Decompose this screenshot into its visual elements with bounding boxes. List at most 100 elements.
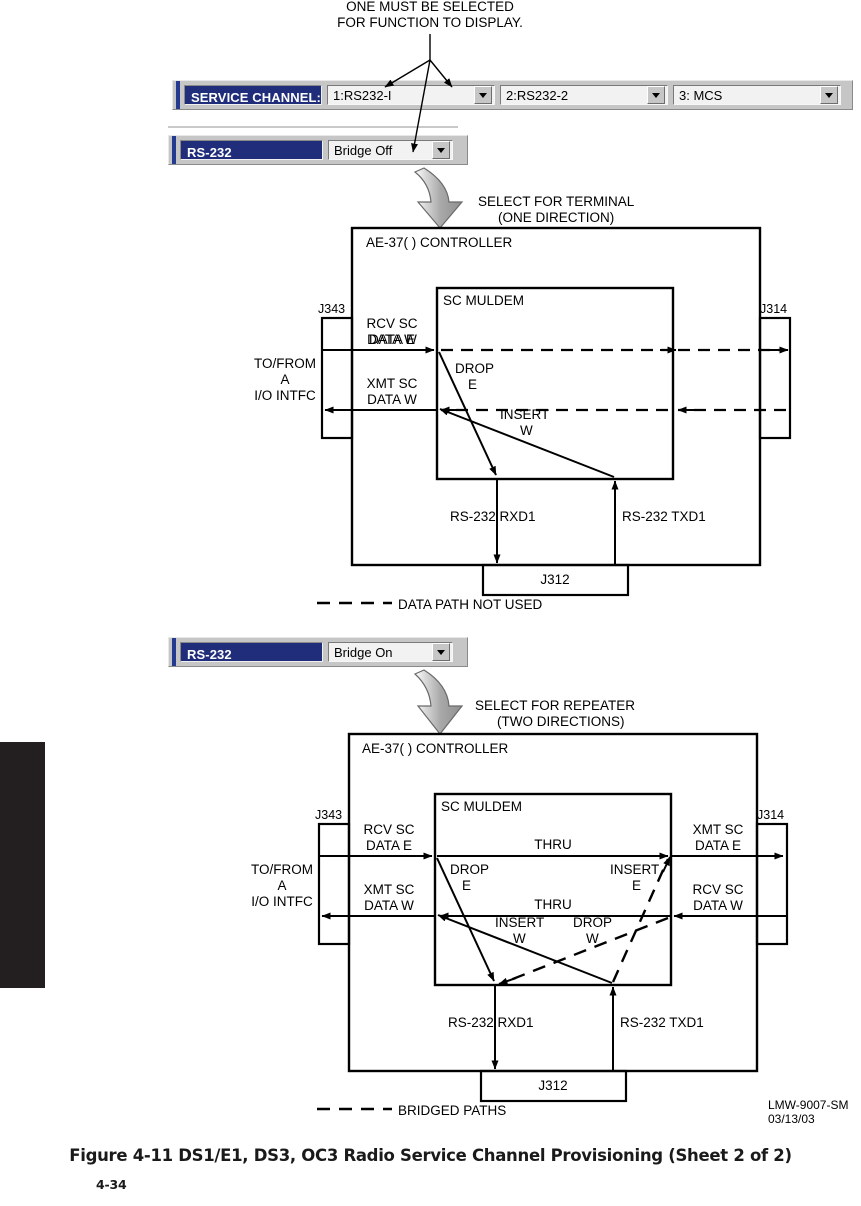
toolbar-grip[interactable] [172, 136, 176, 164]
toolbar-grip[interactable] [176, 81, 180, 109]
callout-line-1: ONE MUST BE SELECTED [346, 0, 514, 14]
page-canvas: SERVICE CHANNEL: 1:RS232-I 2:RS232-2 3: … [0, 0, 861, 1206]
chevron-down-icon[interactable] [432, 141, 450, 159]
insert-e-label-line-1-repeater: INSERT [610, 862, 659, 877]
connector-j312-label-repeater: J312 [538, 1078, 567, 1093]
diagram-terminal: SELECT FOR TERMINAL (ONE DIRECTION) AE-3… [254, 167, 792, 612]
drop-e-label-line-2-terminal: E [468, 377, 477, 392]
connector-j314-label-terminal: J314 [760, 302, 787, 316]
service-channel-1-dropdown[interactable]: 1:RS232-I [327, 85, 495, 105]
signal-paths-dashed-terminal [441, 348, 786, 412]
xmt-sc-label-line-1-repeater: XMT SC [364, 882, 415, 897]
service-channel-2-dropdown[interactable]: 2:RS232-2 [500, 85, 668, 105]
rxd1-label-terminal: RS-232 RXD1 [450, 509, 536, 524]
rcv-sc-label-line-1-repeater: RCV SC [363, 822, 414, 837]
terminal-select-note-line-1: SELECT FOR TERMINAL [478, 194, 635, 209]
drop-e-label-line-2-repeater: E [462, 878, 471, 893]
rs232-bridge-dropdown-1[interactable]: Bridge Off [328, 140, 453, 160]
bridged-arrowheads-repeater [498, 856, 671, 985]
legend-label-repeater: BRIDGED PATHS [398, 1103, 506, 1118]
connector-j343-terminal [320, 316, 354, 440]
rcv-sc-label-line-2-repeater: DATA E [366, 838, 412, 853]
grey-arrow-down-terminal [413, 167, 464, 229]
muldem-title-repeater: SC MULDEM [441, 799, 522, 814]
rs232-verticals-repeater [491, 985, 617, 1071]
page-edge-tab [0, 742, 45, 988]
document-date: 03/13/03 [768, 1112, 815, 1126]
muldem-box-terminal [435, 286, 675, 481]
chevron-down-icon[interactable] [820, 86, 838, 104]
connector-j314-repeater [755, 822, 789, 946]
controller-title-terminal: AE-37( ) CONTROLLER [366, 235, 513, 250]
xmt-sc-label-line-2-right-repeater: DATA E [695, 838, 741, 853]
insert-w-label-line-2-terminal: W [520, 423, 533, 438]
repeater-select-note-line-1: SELECT FOR REPEATER [475, 698, 635, 713]
terminal-select-note-line-2: (ONE DIRECTION) [498, 210, 614, 225]
figure-caption: Figure 4-11 DS1/E1, DS3, OC3 Radio Servi… [69, 1146, 792, 1165]
signal-paths-solid-terminal [322, 346, 619, 565]
insert-e-label-line-2-repeater: E [632, 878, 641, 893]
connector-j314-terminal [758, 316, 792, 440]
chevron-down-icon[interactable] [474, 86, 492, 104]
signal-paths-dashed-repeater [499, 858, 670, 986]
panel-divider [168, 126, 458, 128]
rs232-toolbar-bridge-off: RS-232 Bridge Off [168, 135, 468, 165]
page-number: 4-34 [96, 1177, 127, 1192]
rcv-sc-label-line-2-terminal: DATA W [367, 332, 417, 347]
controller-box-repeater [347, 732, 759, 1073]
xmt-sc-label-line-1-right-repeater: XMT SC [693, 822, 744, 837]
connector-j312-terminal [481, 563, 630, 597]
insert-w-label-line-1-repeater: INSERT [495, 915, 544, 930]
service-channel-toolbar: SERVICE CHANNEL: 1:RS232-I 2:RS232-2 3: … [172, 80, 853, 110]
muldem-box-repeater [433, 792, 673, 987]
signal-paths-solid-repeater [319, 852, 787, 984]
rs232-toolbar-bridge-on: RS-232 Bridge On [168, 637, 468, 667]
io-intfc-label-line-2-terminal: A [280, 372, 289, 387]
rcv-sc-label-line-2-right-repeater: DATA W [693, 898, 743, 913]
chevron-down-icon[interactable] [647, 86, 665, 104]
connector-j314-label-repeater: J314 [757, 808, 784, 822]
service-channel-3-value: 3: MCS [679, 87, 723, 103]
io-intfc-label-line-3-repeater: I/O INTFC [251, 894, 313, 909]
xmt-sc-label-line-1-terminal: XMT SC [367, 376, 418, 391]
service-channel-1-value: 1:RS232-I [333, 87, 392, 103]
muldem-title-terminal: SC MULDEM [443, 293, 524, 308]
callout-line-2: FOR FUNCTION TO DISPLAY. [337, 15, 523, 30]
thru-lower-label-repeater: THRU [534, 897, 572, 912]
document-id-block: LMW-9007-SM 03/13/03 [768, 1098, 848, 1126]
connector-j343-repeater [317, 822, 351, 946]
service-channel-label: SERVICE CHANNEL: [184, 85, 322, 105]
xmt-sc-label-line-2-repeater: DATA W [364, 898, 414, 913]
service-channel-2-value: 2:RS232-2 [506, 87, 569, 103]
controller-box-terminal [350, 226, 762, 567]
controller-title-repeater: AE-37( ) CONTROLLER [362, 741, 509, 756]
chevron-down-icon[interactable] [432, 643, 450, 661]
service-channel-3-dropdown[interactable]: 3: MCS [673, 85, 841, 105]
rs232-bridge-value-1: Bridge Off [334, 142, 393, 158]
diagram-repeater: SELECT FOR REPEATER (TWO DIRECTIONS) AE-… [251, 669, 789, 1118]
rcv-sc-label-line-1-right-repeater: RCV SC [692, 882, 743, 897]
txd1-label-terminal: RS-232 TXD1 [622, 509, 706, 524]
rs232-bridge-value-2: Bridge On [334, 644, 393, 660]
thru-upper-label-repeater: THRU [534, 837, 572, 852]
document-id: LMW-9007-SM [768, 1098, 849, 1112]
grey-arrow-down-repeater [413, 669, 464, 735]
rs232-label-1: RS-232 [180, 140, 323, 160]
io-intfc-label-line-1-repeater: TO/FROM [251, 862, 313, 877]
insert-w-label-line-2-repeater: W [513, 931, 526, 946]
io-intfc-label-line-3-terminal: I/O INTFC [254, 388, 316, 403]
xmt-sc-label-line-2-terminal: DATA W [367, 392, 417, 407]
rs232-bridge-dropdown-2[interactable]: Bridge On [328, 642, 453, 662]
drop-e-label-line-1-repeater: DROP [450, 862, 489, 877]
connector-j312-label-terminal: J312 [540, 572, 569, 587]
drop-e-label-line-1-terminal: DROP [455, 361, 494, 376]
signal-arrowheads-terminal [440, 346, 789, 414]
diagram-overlay: ONE MUST BE SELECTED FOR FUNCTION TO DIS… [251, 0, 792, 1118]
io-intfc-label-line-1-terminal: TO/FROM [254, 356, 316, 371]
toolbar-grip[interactable] [172, 638, 176, 666]
connector-j343-label-terminal: J343 [318, 302, 345, 316]
connector-j343-label-repeater: J343 [315, 808, 342, 822]
repeater-select-note-line-2: (TWO DIRECTIONS) [497, 714, 625, 729]
connector-j312-repeater [479, 1069, 628, 1103]
rcv-sc-label-line-2b-terminal: DATA E [369, 332, 415, 347]
